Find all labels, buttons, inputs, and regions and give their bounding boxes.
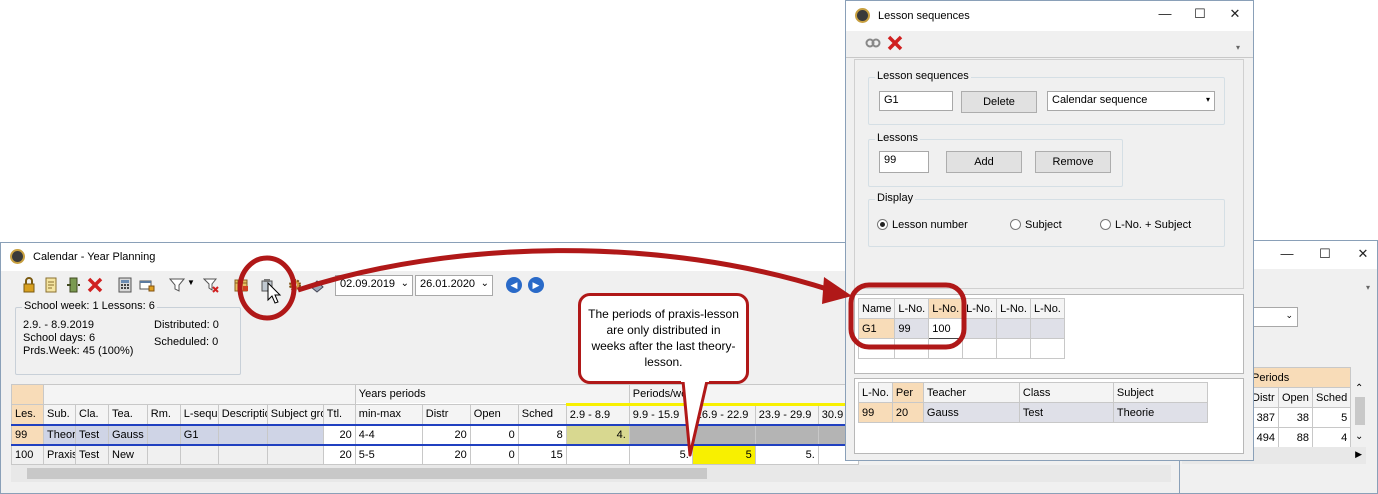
callout-tail	[681, 380, 709, 457]
highlight-ring-grid	[848, 282, 967, 350]
mouse-cursor-icon	[267, 281, 282, 304]
annotation-overlay	[237, 248, 967, 457]
arrow-head	[822, 277, 852, 304]
highlight-ring-toolbar	[237, 255, 297, 321]
arrow-line	[297, 248, 831, 293]
callout-tail-cover	[681, 378, 709, 382]
